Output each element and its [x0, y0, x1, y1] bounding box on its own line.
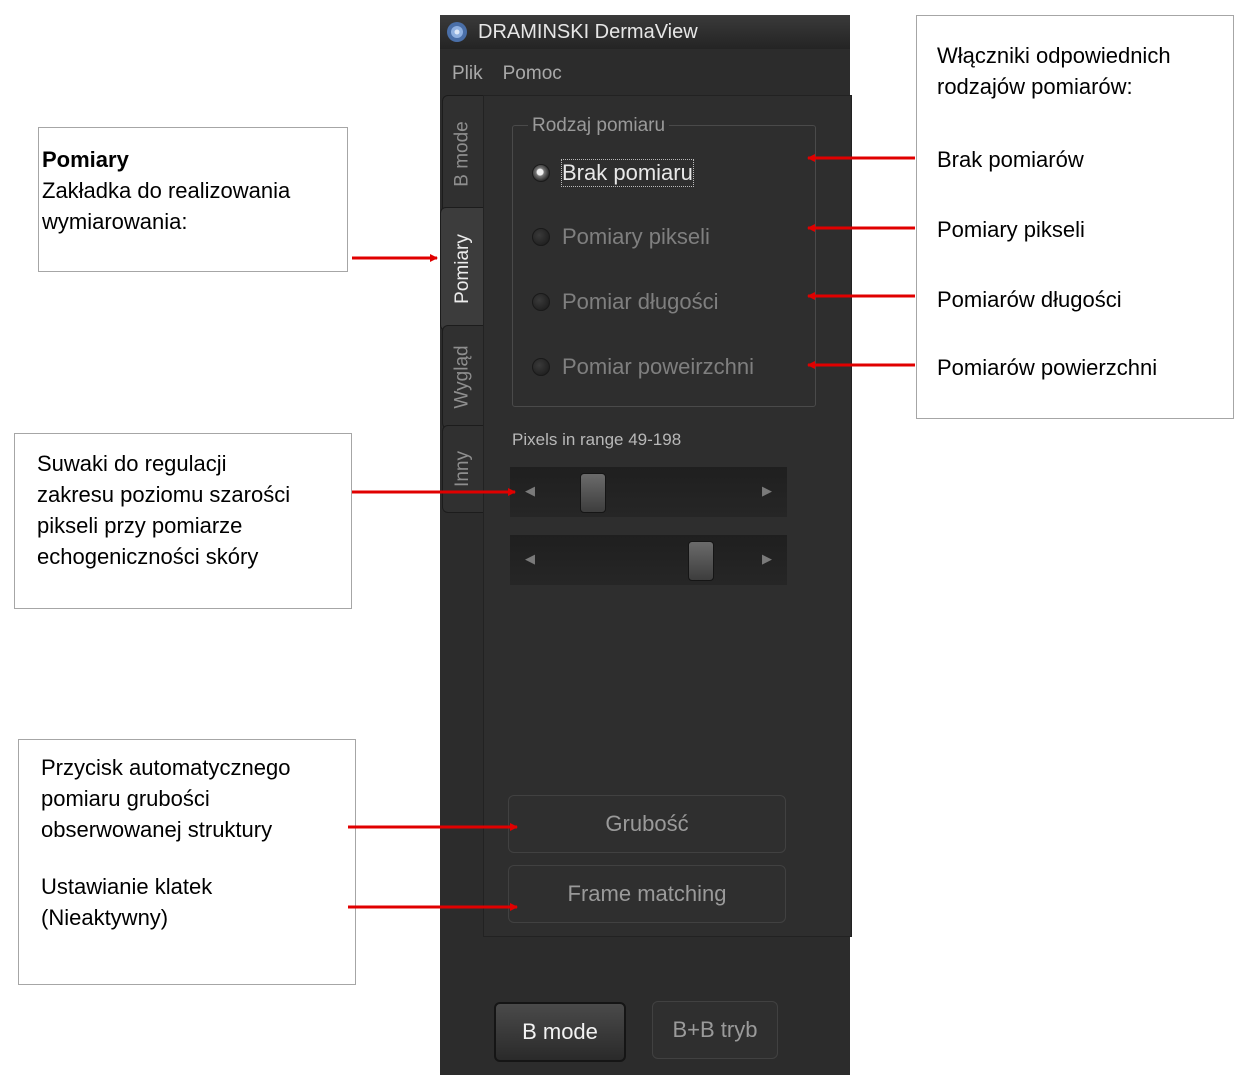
arrows-layer [348, 154, 915, 911]
